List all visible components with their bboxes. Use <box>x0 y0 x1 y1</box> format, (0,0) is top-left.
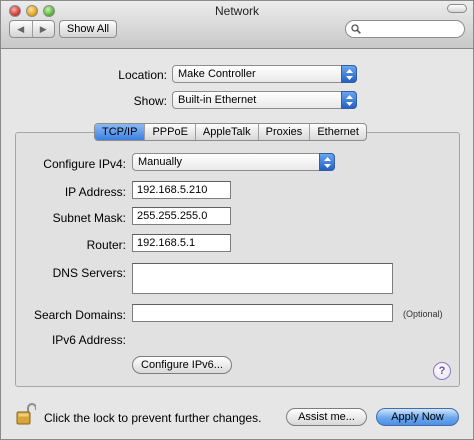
show-popup[interactable]: Built-in Ethernet <box>172 91 357 109</box>
popup-arrows-icon <box>341 65 357 83</box>
help-icon[interactable]: ? <box>433 362 451 380</box>
configure-ipv4-popup[interactable]: Manually <box>132 153 335 171</box>
tab-tcpip[interactable]: TCP/IP <box>95 124 146 140</box>
configure-ipv6-button[interactable]: Configure IPv6... <box>132 356 232 374</box>
ip-address-field[interactable]: 192.168.5.210 <box>132 181 231 199</box>
subnet-mask-field[interactable]: 255.255.255.0 <box>132 207 231 225</box>
optional-hint: (Optional) <box>403 309 443 319</box>
show-label: Show: <box>133 94 167 108</box>
router-label: Router: <box>86 238 126 252</box>
ip-address-label: IP Address: <box>64 185 126 199</box>
window-title: Network <box>214 4 259 18</box>
toolbar-toggle-button[interactable] <box>447 4 467 13</box>
configure-ipv4-value: Manually <box>138 156 183 168</box>
back-forward-control: ◀ ▶ <box>9 20 55 38</box>
title-bar: Network ◀ ▶ Show All <box>1 1 473 49</box>
assist-me-button[interactable]: Assist me... <box>286 408 367 426</box>
router-field[interactable]: 192.168.5.1 <box>132 234 231 252</box>
tab-proxies[interactable]: Proxies <box>259 124 311 140</box>
dns-servers-label: DNS Servers: <box>52 266 126 280</box>
subnet-mask-label: Subnet Mask: <box>52 211 126 225</box>
forward-button[interactable]: ▶ <box>33 21 55 37</box>
location-label: Location: <box>118 68 167 82</box>
lock-open-icon[interactable] <box>16 402 36 426</box>
search-input[interactable] <box>364 22 460 36</box>
search-icon <box>351 24 361 34</box>
tab-ethernet[interactable]: Ethernet <box>310 124 366 140</box>
popup-arrows-icon <box>319 153 335 171</box>
tab-bar: TCP/IP PPPoE AppleTalk Proxies Ethernet <box>94 123 367 141</box>
search-domains-label: Search Domains: <box>33 308 126 322</box>
location-popup[interactable]: Make Controller <box>172 65 357 83</box>
search-domains-field[interactable] <box>132 304 393 322</box>
tab-appletalk[interactable]: AppleTalk <box>196 124 259 140</box>
configure-ipv4-label: Configure IPv4: <box>43 157 126 171</box>
ipv6-address-label: IPv6 Address: <box>51 333 126 347</box>
popup-arrows-icon <box>341 91 357 109</box>
dns-servers-field[interactable] <box>132 263 393 294</box>
back-button[interactable]: ◀ <box>10 21 33 37</box>
show-value: Built-in Ethernet <box>178 94 257 106</box>
tab-pppoe[interactable]: PPPoE <box>145 124 196 140</box>
show-all-button[interactable]: Show All <box>59 20 117 38</box>
network-window: Network ◀ ▶ Show All Location: Make Cont… <box>0 0 474 440</box>
search-field[interactable] <box>345 20 465 38</box>
apply-now-button[interactable]: Apply Now <box>376 408 459 426</box>
location-value: Make Controller <box>178 68 256 80</box>
lock-message: Click the lock to prevent further change… <box>44 411 262 425</box>
